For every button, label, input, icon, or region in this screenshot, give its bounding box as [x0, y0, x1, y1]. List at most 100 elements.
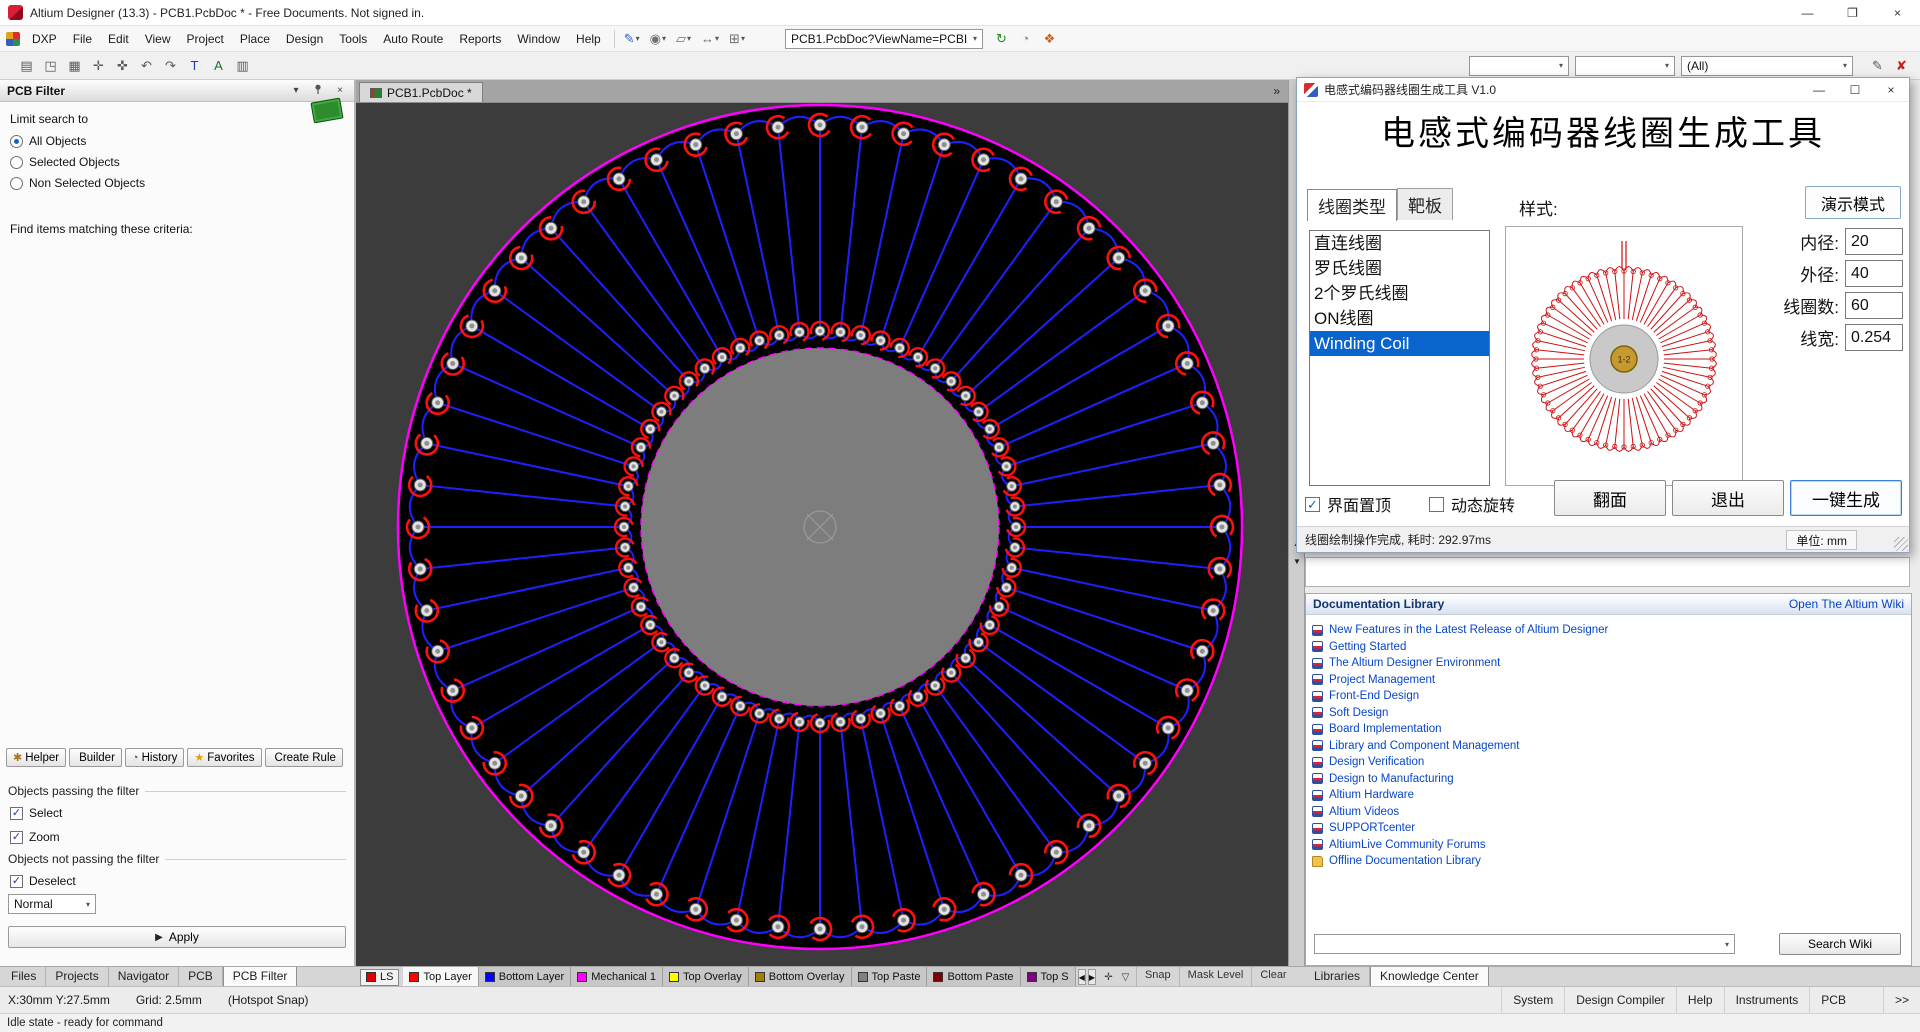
- menu-item[interactable]: Reports: [451, 28, 509, 50]
- checkbox-row[interactable]: ✓ Select: [10, 806, 62, 820]
- radio-icon[interactable]: [10, 177, 23, 190]
- checkbox-icon[interactable]: ✓: [10, 875, 23, 888]
- dialog-action-button[interactable]: 翻面: [1554, 480, 1666, 516]
- refresh-icon[interactable]: ↻: [991, 28, 1012, 49]
- mask-mode-select[interactable]: Normal ▾: [8, 894, 96, 914]
- doc-link[interactable]: The Altium Designer Environment: [1329, 657, 1500, 669]
- dialog-maximize-button[interactable]: ☐: [1837, 78, 1873, 101]
- panel-tab[interactable]: Navigator: [109, 967, 179, 987]
- doc-link[interactable]: Board Implementation: [1329, 723, 1442, 735]
- pad-icon[interactable]: ◉ ▾: [646, 28, 670, 50]
- search-wiki-button[interactable]: Search Wiki: [1779, 933, 1901, 955]
- dropdown-caret-icon[interactable]: ▾: [662, 34, 666, 43]
- panel-tab[interactable]: Files: [2, 967, 46, 987]
- doc-link-row[interactable]: Altium Videos: [1312, 804, 1905, 821]
- pcb-canvas[interactable]: [356, 103, 1288, 966]
- panel-button[interactable]: System: [1501, 987, 1564, 1013]
- doc-link-row[interactable]: Getting Started: [1312, 639, 1905, 656]
- panel-button[interactable]: Help: [1676, 987, 1724, 1013]
- filter-edit-icon[interactable]: ✎: [1867, 55, 1888, 76]
- text-icon[interactable]: T: [184, 55, 205, 76]
- panels-more-button[interactable]: >>: [1883, 987, 1920, 1013]
- layer-tab[interactable]: Top Paste: [852, 967, 928, 987]
- dialog-minimize-button[interactable]: —: [1801, 78, 1837, 101]
- deselect-checkbox-row[interactable]: ✓ Deselect: [10, 874, 76, 888]
- param-input[interactable]: 20: [1845, 228, 1903, 255]
- doc-link-row[interactable]: Design Verification: [1312, 754, 1905, 771]
- toolbar-combo-2[interactable]: ▾: [1575, 56, 1675, 76]
- doc-link-row[interactable]: AltiumLive Community Forums: [1312, 837, 1905, 854]
- menu-item[interactable]: Help: [568, 28, 609, 50]
- scope-combo[interactable]: (All) ▾: [1681, 56, 1853, 76]
- panel-button[interactable]: Design Compiler: [1564, 987, 1676, 1013]
- radio-icon[interactable]: [10, 135, 23, 148]
- filter-tool-button[interactable]: ◔ History: [125, 748, 184, 767]
- panel-button[interactable]: PCB: [1809, 987, 1857, 1013]
- open-wiki-link[interactable]: Open The Altium Wiki: [1789, 597, 1904, 611]
- doc-link[interactable]: Project Management: [1329, 674, 1435, 686]
- layer-tab[interactable]: Top Overlay: [663, 967, 749, 987]
- panel-menu-caret-icon[interactable]: ▾: [289, 85, 303, 96]
- redo-icon[interactable]: ↷: [160, 55, 181, 76]
- combo-caret-icon[interactable]: ▾: [1559, 61, 1563, 70]
- layer-tab[interactable]: Bottom Paste: [927, 967, 1020, 987]
- coil-tool-tab[interactable]: 线圈类型: [1307, 189, 1397, 221]
- menu-item[interactable]: Window: [509, 28, 568, 50]
- coil-tool-tab[interactable]: 靶板: [1397, 188, 1453, 220]
- snap-dropdown-icon[interactable]: ▽: [1117, 969, 1134, 985]
- layer-scroll-left-button[interactable]: ◀: [1078, 969, 1086, 985]
- layer-tab[interactable]: Bottom Overlay: [749, 967, 852, 987]
- layer-tab[interactable]: Mechanical 1: [571, 967, 663, 987]
- combo-caret-icon[interactable]: ▾: [1843, 61, 1847, 70]
- filter-tool-button[interactable]: ✱ Helper: [6, 748, 66, 767]
- radio-option[interactable]: All Objects: [10, 134, 145, 148]
- checkbox-icon[interactable]: ✓: [10, 807, 23, 820]
- panel-tab[interactable]: Projects: [46, 967, 108, 987]
- doc-link[interactable]: Altium Videos: [1329, 806, 1399, 818]
- doc-link[interactable]: Design to Manufacturing: [1329, 773, 1454, 785]
- doc-link[interactable]: Design Verification: [1329, 756, 1424, 768]
- dropdown-caret-icon[interactable]: ▾: [687, 34, 691, 43]
- doc-link-row[interactable]: The Altium Designer Environment: [1312, 655, 1905, 672]
- combo-caret-icon[interactable]: ▾: [973, 34, 977, 43]
- menu-item[interactable]: Auto Route: [375, 28, 451, 50]
- coil-type-option[interactable]: 直连线圈: [1310, 231, 1489, 256]
- toolbar-combo-1[interactable]: ▾: [1469, 56, 1569, 76]
- more-tabs-chevron-icon[interactable]: »: [1265, 84, 1288, 98]
- panel-tab[interactable]: Libraries: [1305, 967, 1370, 987]
- move-icon[interactable]: ✜: [112, 55, 133, 76]
- doc-link[interactable]: Soft Design: [1329, 707, 1388, 719]
- radio-option[interactable]: Selected Objects: [10, 155, 145, 169]
- doc-link-row[interactable]: Altium Hardware: [1312, 787, 1905, 804]
- menu-item[interactable]: Tools: [331, 28, 375, 50]
- snap-crosshair-icon[interactable]: ✛: [1100, 969, 1117, 985]
- param-input[interactable]: 0.254: [1845, 324, 1903, 351]
- layer-bar-button[interactable]: Mask Level: [1179, 967, 1252, 987]
- coil-type-option[interactable]: ON线圈: [1310, 306, 1489, 331]
- layer-tab[interactable]: Bottom Layer: [479, 967, 571, 987]
- doc-link-row[interactable]: Library and Component Management: [1312, 738, 1905, 755]
- current-layer-indicator[interactable]: LS: [360, 969, 399, 986]
- table-icon[interactable]: ▥: [232, 55, 253, 76]
- doc-link-row[interactable]: Design to Manufacturing: [1312, 771, 1905, 788]
- menu-item[interactable]: View: [137, 28, 179, 50]
- document-tab[interactable]: PCB1.PcbDoc *: [359, 82, 483, 102]
- param-input[interactable]: 40: [1845, 260, 1903, 287]
- radio-icon[interactable]: [10, 156, 23, 169]
- panel-tab[interactable]: PCB Filter: [223, 967, 298, 987]
- menu-item[interactable]: Design: [278, 28, 331, 50]
- combo-caret-icon[interactable]: ▾: [86, 900, 90, 909]
- history-icon[interactable]: ◔: [1015, 28, 1036, 49]
- checkbox-row[interactable]: ✓ 界面置顶: [1305, 492, 1391, 516]
- select-checkbox-row[interactable]: ✓ Select ✓ Zoom: [10, 806, 62, 844]
- doc-link-row[interactable]: Offline Documentation Library: [1312, 853, 1905, 870]
- dropdown-caret-icon[interactable]: ▾: [715, 34, 719, 43]
- minimize-button[interactable]: —: [1785, 0, 1830, 25]
- filter-tool-button[interactable]: Create Rule: [265, 748, 343, 767]
- resize-grip-icon[interactable]: [1894, 537, 1908, 551]
- panel-tab[interactable]: PCB: [179, 967, 223, 987]
- doc-link[interactable]: Front-End Design: [1329, 690, 1419, 702]
- dimension-icon[interactable]: ↔ ▾: [697, 28, 723, 50]
- layer-tab[interactable]: Top S: [1021, 967, 1076, 987]
- undo-icon[interactable]: ↶: [136, 55, 157, 76]
